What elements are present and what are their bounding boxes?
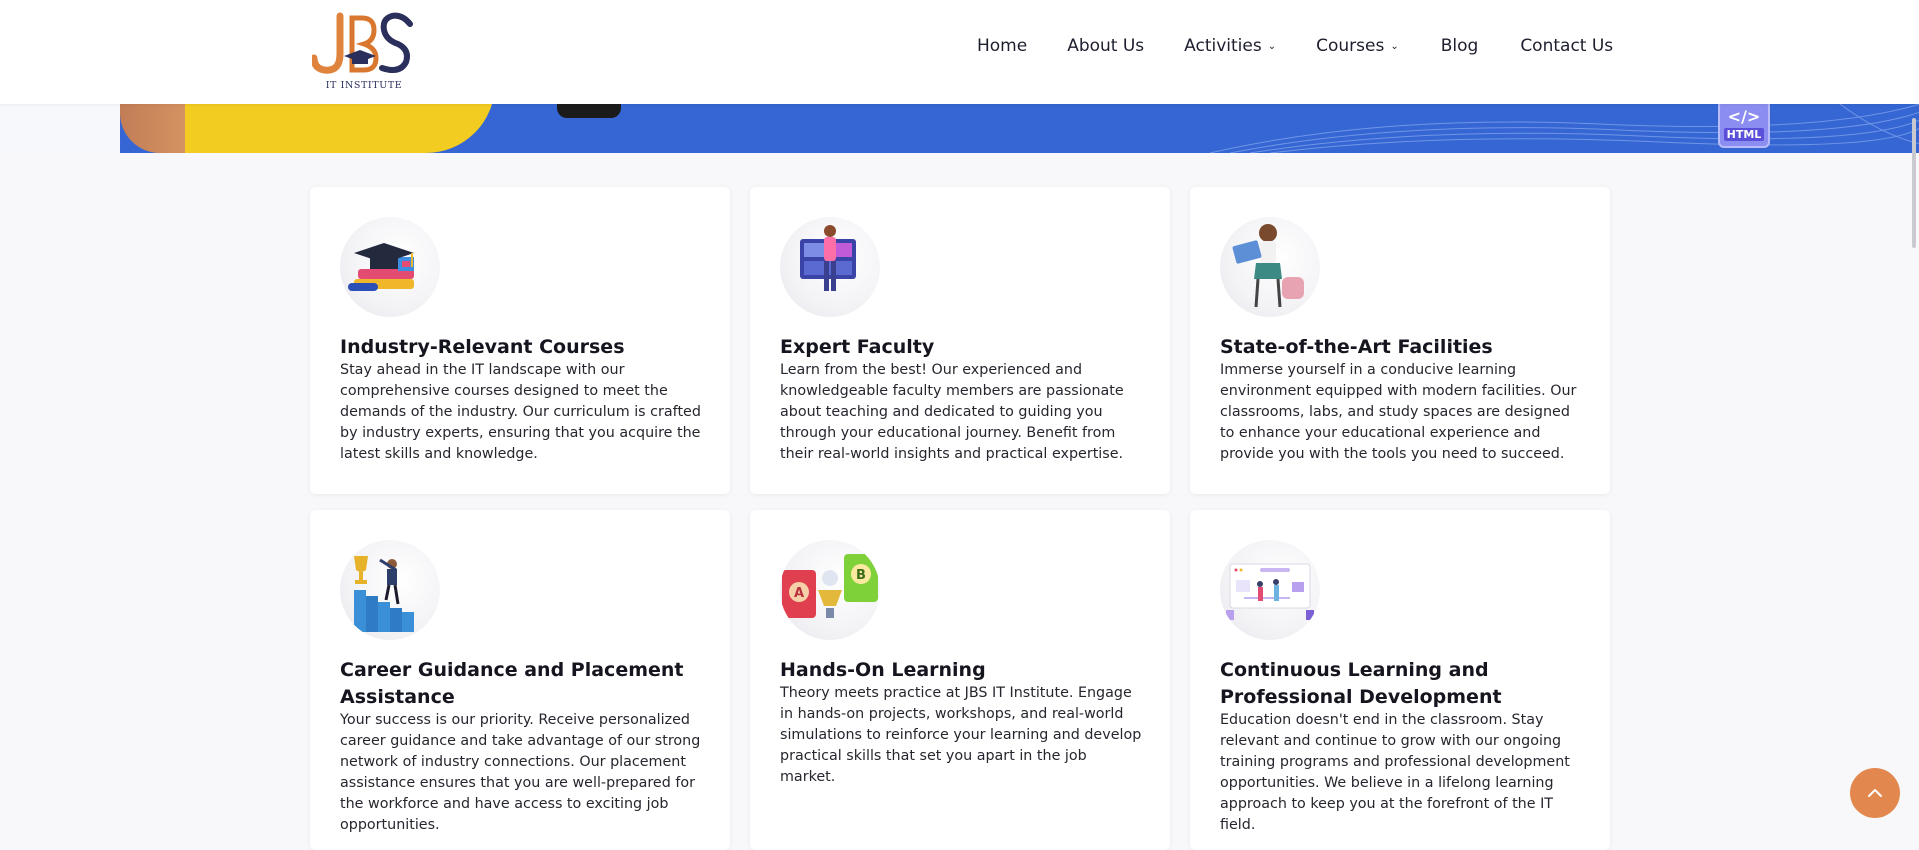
- student-laptop-icon: [1220, 217, 1320, 317]
- nav-home[interactable]: Home: [977, 36, 1027, 56]
- nav-about-us[interactable]: About Us: [1067, 36, 1144, 56]
- nav-label: Courses: [1316, 36, 1385, 56]
- feature-title: Hands-On Learning: [780, 659, 986, 681]
- chevron-down-icon: ⌄: [1390, 40, 1399, 52]
- career-trophy-icon: [340, 540, 440, 640]
- team-dashboard-icon: [1220, 540, 1320, 640]
- nav-label: Activities: [1184, 36, 1262, 56]
- nav-courses[interactable]: Courses ⌄: [1316, 36, 1399, 56]
- logo-mark-icon: [310, 12, 413, 74]
- site-header: IT INSTITUTE Home About Us Activities ⌄ …: [0, 0, 1919, 104]
- scroll-to-top-button[interactable]: [1850, 768, 1900, 818]
- html-badge-label: HTML: [1724, 128, 1764, 141]
- teacher-board-icon: [780, 217, 880, 317]
- hero-banner: </> HTML: [0, 104, 1919, 153]
- feature-title: Industry-Relevant Courses: [340, 336, 625, 358]
- feature-card-hands-on: A B Hands-On Learning Theory meets pract…: [750, 510, 1170, 850]
- feature-card-career-guidance: Career Guidance and Placement Assistance…: [310, 510, 730, 850]
- nav-label: About Us: [1067, 36, 1145, 56]
- hero-background-left: [0, 104, 120, 153]
- feature-card-industry-courses: Industry-Relevant Courses Stay ahead in …: [310, 187, 730, 494]
- feature-description: Theory meets practice at JBS IT Institut…: [780, 685, 1142, 785]
- feature-card-expert-faculty: Expert Faculty Learn from the best! Our …: [750, 187, 1170, 494]
- feature-title: Continuous Learning and Professional Dev…: [1220, 659, 1502, 708]
- feature-card-facilities: State-of-the-Art Facilities Immerse your…: [1190, 187, 1610, 494]
- main-nav: Home About Us Activities ⌄ Courses ⌄ Blo…: [977, 36, 1613, 56]
- nav-label: Contact Us: [1520, 36, 1614, 56]
- hero-phone-image: [557, 104, 621, 118]
- feature-description: Learn from the best! Our experienced and…: [780, 362, 1124, 462]
- page-scrollbar[interactable]: [1912, 118, 1916, 248]
- site-logo[interactable]: IT INSTITUTE: [310, 10, 414, 92]
- chevron-up-icon: [1868, 789, 1882, 797]
- chevron-down-icon: ⌄: [1267, 40, 1277, 52]
- hero-wave-lines: [1209, 104, 1919, 153]
- nav-activities[interactable]: Activities ⌄: [1184, 36, 1276, 56]
- logo-subtitle: IT INSTITUTE: [325, 80, 403, 91]
- svg-text:B: B: [856, 568, 866, 583]
- nav-contact-us[interactable]: Contact Us: [1520, 36, 1613, 56]
- feature-title: Expert Faculty: [780, 336, 935, 358]
- ab-testing-icon: A B: [780, 540, 880, 640]
- feature-description: Stay ahead in the IT landscape with our …: [340, 362, 701, 462]
- feature-description: Your success is our priority. Receive pe…: [340, 712, 701, 833]
- graduation-books-icon: [340, 217, 440, 317]
- feature-title: State-of-the-Art Facilities: [1220, 336, 1493, 358]
- nav-label: Home: [977, 36, 1028, 56]
- nav-blog[interactable]: Blog: [1441, 36, 1479, 56]
- hero-person-shirt: [185, 104, 495, 153]
- svg-text:A: A: [794, 586, 804, 601]
- html-badge-code: </>: [1727, 107, 1761, 126]
- html-badge-icon: </> HTML: [1718, 104, 1770, 148]
- feature-title: Career Guidance and Placement Assistance: [340, 659, 684, 708]
- feature-description: Immerse yourself in a conducive learning…: [1220, 362, 1577, 462]
- feature-description: Education doesn't end in the classroom. …: [1220, 712, 1570, 833]
- feature-card-continuous-learning: Continuous Learning and Professional Dev…: [1190, 510, 1610, 850]
- nav-label: Blog: [1440, 36, 1479, 56]
